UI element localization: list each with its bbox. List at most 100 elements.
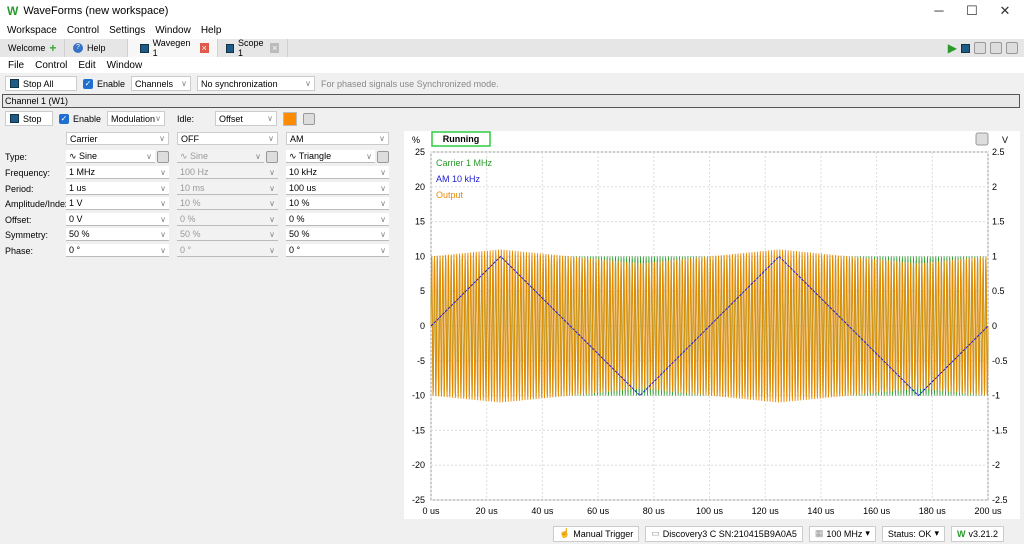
close-button[interactable]: ✕ <box>990 3 1020 19</box>
status-button[interactable]: Status: OK ▾ <box>881 525 945 542</box>
channels-select[interactable]: Channels ∨ <box>131 76 192 91</box>
param-field[interactable]: ∿ Sine ∨ <box>66 150 155 163</box>
menu-workspace[interactable]: Workspace <box>7 25 57 36</box>
wavegen-toolbar: Stop All ✓ Enable Channels ∨ No synchroniz… <box>0 75 1024 92</box>
column-source-select[interactable]: AM ∨ <box>286 132 389 145</box>
tile-icon[interactable] <box>990 42 1002 54</box>
field-value: 1 MHz <box>69 167 96 177</box>
cascade-icon[interactable] <box>974 42 986 54</box>
mode-select[interactable]: Modulation ∨ <box>107 111 166 126</box>
tab-welcome[interactable]: Welcome + <box>0 39 65 57</box>
param-field[interactable]: 0 % ∨ <box>286 213 389 226</box>
version-button[interactable]: Wv3.21.2 <box>950 525 1004 542</box>
param-field[interactable]: 0 ° ∨ <box>66 244 169 257</box>
stop-button[interactable]: Stop <box>5 111 53 126</box>
y-left-tick-label: 5 <box>420 286 425 296</box>
param-field[interactable]: 50 % ∨ <box>66 228 169 241</box>
chevron-down-icon: ∨ <box>160 245 166 255</box>
field-value: 100 us <box>289 183 317 193</box>
gear-icon[interactable] <box>303 112 316 125</box>
gear-icon[interactable] <box>157 151 169 163</box>
minimize-button[interactable]: ─ <box>924 3 954 18</box>
idle-select[interactable]: Offset ∨ <box>215 111 278 126</box>
x-tick-label: 0 us <box>422 506 440 516</box>
menu-bar: Workspace Control Settings Window Help <box>0 22 1024 39</box>
menu-window[interactable]: Window <box>155 25 191 36</box>
menu-file[interactable]: File <box>8 60 24 71</box>
close-tab-icon[interactable]: × <box>199 43 209 53</box>
field-value: 0 ° <box>289 245 301 255</box>
y-left-tick-label: -5 <box>417 356 425 366</box>
menu-help[interactable]: Help <box>201 25 222 36</box>
param-field[interactable]: 100 us ∨ <box>286 182 389 195</box>
channel-enable-checkbox[interactable]: ✓ Enable <box>59 113 101 124</box>
left-axis-unit: % <box>412 135 420 145</box>
tab-wavegen-1[interactable]: Wavegen 1 × <box>128 38 218 58</box>
y-right-tick-label: 1.5 <box>992 217 1005 227</box>
select-value: No synchronization <box>201 78 278 89</box>
column-source-select[interactable]: OFF ∨ <box>177 132 278 145</box>
gear-icon[interactable] <box>377 151 389 163</box>
plot-settings-icon[interactable] <box>975 132 989 146</box>
select-value: Carrier <box>70 133 98 144</box>
menu-control[interactable]: Control <box>35 60 67 71</box>
gear-icon <box>266 151 278 163</box>
chevron-down-icon: ∨ <box>160 198 166 208</box>
param-field[interactable]: 0 V ∨ <box>66 213 169 226</box>
y-left-tick-label: -20 <box>412 460 425 470</box>
menu-control[interactable]: Control <box>67 25 99 36</box>
menu-window[interactable]: Window <box>107 60 143 71</box>
param-row: Phase: 0 ° ∨ 0 ° ∨ 0 ° ∨ <box>0 244 395 258</box>
menu-settings[interactable]: Settings <box>109 25 145 36</box>
channel-color-button[interactable] <box>283 111 298 126</box>
param-field[interactable]: 1 us ∨ <box>66 182 169 195</box>
param-field: 100 Hz ∨ <box>177 166 278 179</box>
y-right-tick-label: -1 <box>992 391 1000 401</box>
param-field[interactable]: 1 MHz ∨ <box>66 166 169 179</box>
field-value: 100 Hz <box>180 167 209 177</box>
param-field: 0 % ∨ <box>177 213 278 226</box>
y-left-tick-label: 25 <box>415 147 425 157</box>
x-tick-label: 160 us <box>863 506 891 516</box>
chevron-down-icon: ∨ <box>269 245 275 255</box>
param-field[interactable]: 0 ° ∨ <box>286 244 389 257</box>
param-label: Phase: <box>5 246 34 256</box>
chevron-down-icon: ∨ <box>269 167 275 177</box>
params-header-row: Carrier ∨ OFF ∨ AM ∨ <box>0 132 395 146</box>
settings-icon[interactable] <box>1006 42 1018 54</box>
param-field[interactable]: 10 % ∨ <box>286 197 389 210</box>
menu-edit[interactable]: Edit <box>78 60 95 71</box>
plot-panel: 0 us 20 us 40 us 60 us 80 us 100 us 120 us 140 … <box>404 131 1020 519</box>
stop-all-button[interactable]: Stop All <box>5 76 77 91</box>
chevron-down-icon: ∨ <box>268 134 274 143</box>
plus-icon[interactable]: + <box>49 41 56 55</box>
param-label: Amplitude/Index: <box>5 199 73 209</box>
check-icon: ✓ <box>83 78 93 89</box>
stop-all-icon[interactable] <box>961 43 970 53</box>
maximize-button[interactable]: ☐ <box>957 3 987 19</box>
device-button[interactable]: ▭ Discovery3 C SN:210415B9A0A5 <box>645 525 803 542</box>
param-field[interactable]: 10 kHz ∨ <box>286 166 389 179</box>
clock-button[interactable]: ▦ 100 MHz ▾ <box>808 525 876 542</box>
idle-label: Idle: <box>177 113 195 124</box>
tab-scope-1[interactable]: Scope 1 × <box>218 38 288 58</box>
chevron-down-icon: ∨ <box>160 183 166 193</box>
app-logo-icon: W <box>956 528 966 539</box>
column-source-select[interactable]: Carrier ∨ <box>66 132 169 145</box>
waveform-plot[interactable]: 0 us 20 us 40 us 60 us 80 us 100 us 120 us 140 … <box>404 131 1020 519</box>
close-tab-icon[interactable]: × <box>270 43 279 53</box>
tab-help[interactable]: ? Help <box>65 39 128 57</box>
chevron-down-icon: ∨ <box>380 183 386 193</box>
stop-icon <box>10 79 19 88</box>
field-value: Sine <box>190 150 209 161</box>
sync-select[interactable]: No synchronization ∨ <box>197 76 316 91</box>
x-tick-label: 180 us <box>919 506 947 516</box>
chevron-down-icon: ∨ <box>159 134 165 143</box>
param-field[interactable]: 50 % ∨ <box>286 228 389 241</box>
manual-trigger-button[interactable]: ☝ Manual Trigger <box>553 525 640 542</box>
field-value: 10 % <box>180 198 201 208</box>
run-all-icon[interactable]: ▶ <box>948 41 957 55</box>
param-field[interactable]: 1 V ∨ <box>66 197 169 210</box>
enable-checkbox[interactable]: ✓ Enable <box>83 78 125 89</box>
param-field[interactable]: ∿ Triangle ∨ <box>286 150 375 163</box>
